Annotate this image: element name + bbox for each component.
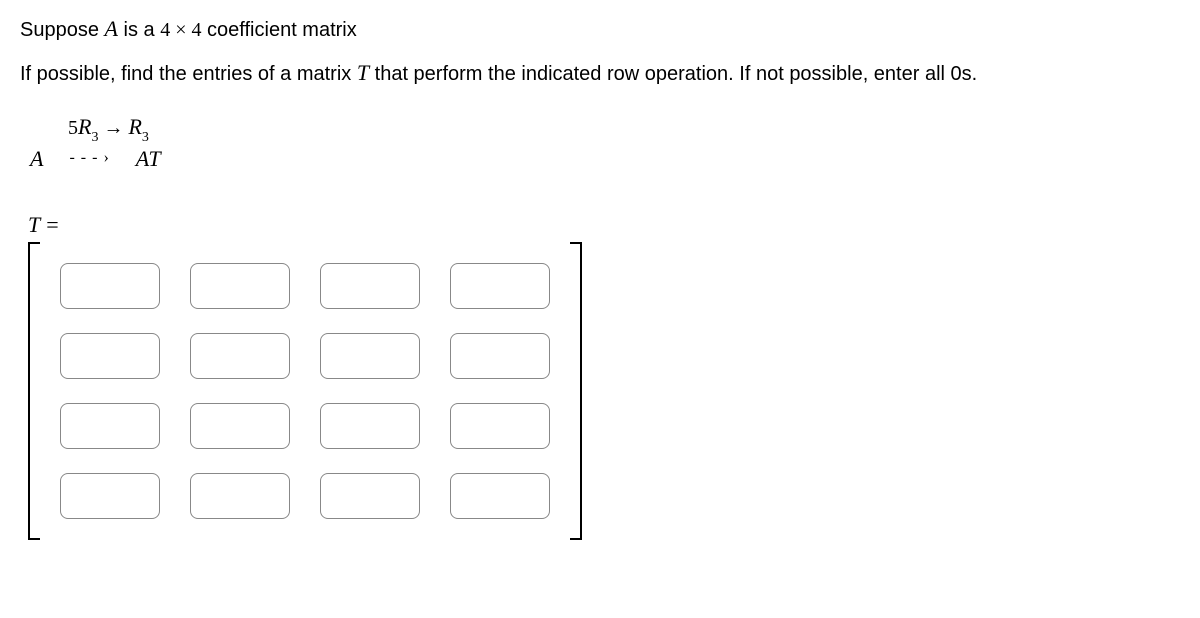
text-suppose: Suppose xyxy=(20,19,105,41)
matrix-grid xyxy=(48,242,562,540)
matrix-cell-0-3[interactable] xyxy=(450,263,550,309)
text-if-possible: If possible, find the entries of a matri… xyxy=(20,63,357,85)
R-right: R xyxy=(128,114,141,139)
var-A: A xyxy=(105,16,118,41)
text-coef-matrix: coefficient matrix xyxy=(202,19,357,41)
text-row-op: that perform the indicated row operation… xyxy=(369,63,977,85)
equals-sign: = xyxy=(46,212,58,237)
var-T-answer: T xyxy=(28,212,40,237)
transform-notation: A - - - › AT xyxy=(30,146,1180,172)
dashed-arrow-icon: - - - › xyxy=(69,149,109,167)
var-T: T xyxy=(357,60,369,85)
matrix-cell-1-0[interactable] xyxy=(60,333,160,379)
var-AT: AT xyxy=(136,146,161,172)
text-is-a: is a xyxy=(118,19,160,41)
sub-3-left: 3 xyxy=(91,130,98,145)
arrow-icon: → xyxy=(98,117,128,139)
coef-5: 5 xyxy=(68,117,78,139)
matrix-cell-1-2[interactable] xyxy=(320,333,420,379)
matrix-cell-2-2[interactable] xyxy=(320,403,420,449)
matrix-cell-0-0[interactable] xyxy=(60,263,160,309)
bracket-right-icon xyxy=(570,242,582,540)
T-equals-label: T= xyxy=(28,212,1180,238)
matrix-cell-0-1[interactable] xyxy=(190,263,290,309)
matrix-input-wrap xyxy=(28,242,1180,540)
problem-line-2: If possible, find the entries of a matri… xyxy=(20,60,1180,86)
operation-block: 5R3 → R3 A - - - › AT xyxy=(30,114,1180,172)
matrix-cell-2-1[interactable] xyxy=(190,403,290,449)
matrix-cell-2-0[interactable] xyxy=(60,403,160,449)
matrix-cell-0-2[interactable] xyxy=(320,263,420,309)
matrix-cell-3-0[interactable] xyxy=(60,473,160,519)
matrix-cell-1-1[interactable] xyxy=(190,333,290,379)
R-left: R xyxy=(78,114,91,139)
text-dim: 4 × 4 xyxy=(160,19,201,41)
matrix-cell-3-3[interactable] xyxy=(450,473,550,519)
row-operation-notation: 5R3 → R3 xyxy=(68,114,1180,144)
sub-3-right: 3 xyxy=(142,130,149,145)
matrix-cell-2-3[interactable] xyxy=(450,403,550,449)
matrix-cell-3-2[interactable] xyxy=(320,473,420,519)
matrix-cell-1-3[interactable] xyxy=(450,333,550,379)
bracket-left-icon xyxy=(28,242,40,540)
problem-line-1: Suppose A is a 4 × 4 coefficient matrix xyxy=(20,16,1180,42)
matrix-cell-3-1[interactable] xyxy=(190,473,290,519)
var-A-left: A xyxy=(30,146,43,172)
